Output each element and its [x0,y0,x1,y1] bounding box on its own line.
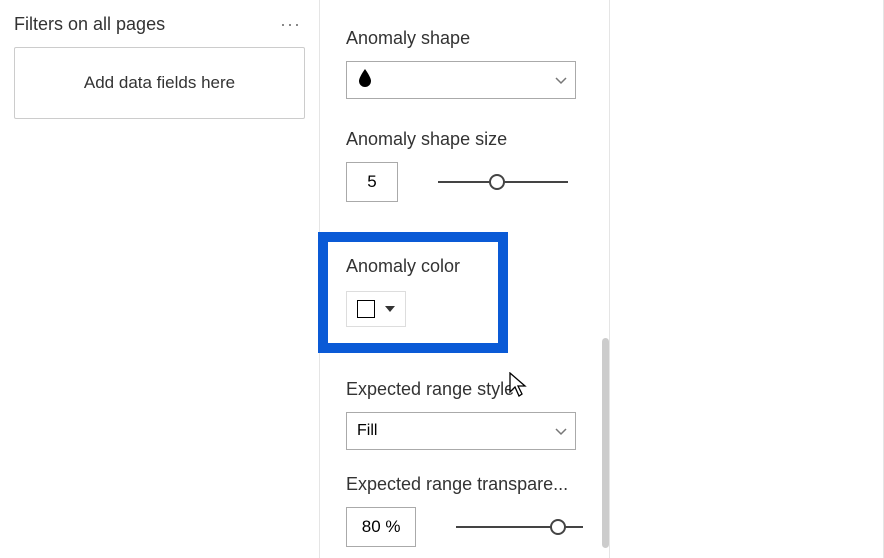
more-options-icon[interactable]: ··· [276,14,305,35]
transparency-slider[interactable] [456,507,583,547]
anomaly-shape-size-label: Anomaly shape size [346,129,583,150]
transparency-input[interactable]: 80 % [346,507,416,547]
anomaly-color-group-highlighted: Anomaly color [318,232,508,353]
expected-range-style-group: Expected range style Fill [346,379,583,450]
filters-header: Filters on all pages ··· [14,14,305,35]
scrollbar[interactable] [602,338,609,548]
expected-range-style-select[interactable]: Fill [346,412,576,450]
chevron-down-icon [547,62,575,100]
caret-down-icon [385,306,395,312]
shape-size-row: 5 [346,162,583,202]
expected-range-style-value: Fill [357,422,377,440]
anomaly-color-label: Anomaly color [346,256,484,277]
expected-range-style-label: Expected range style [346,379,583,400]
filters-panel: Filters on all pages ··· Add data fields… [0,0,320,558]
anomaly-color-picker[interactable] [346,291,406,327]
add-data-fields-dropzone[interactable]: Add data fields here [14,47,305,119]
add-fields-placeholder: Add data fields here [84,73,235,93]
anomaly-shape-size-group: Anomaly shape size 5 [346,129,583,202]
filters-title: Filters on all pages [14,14,165,35]
slider-thumb[interactable] [489,174,505,190]
slider-thumb[interactable] [550,519,566,535]
canvas-area [610,0,884,558]
expected-range-transparency-label: Expected range transpare... [346,474,583,495]
anomaly-shape-label: Anomaly shape [346,28,583,49]
format-panel: Anomaly shape Anomaly shape size 5 Anoma… [320,0,610,558]
anomaly-shape-select[interactable] [346,61,576,99]
color-swatch [357,300,375,318]
shape-size-slider[interactable] [438,162,568,202]
transparency-row: 80 % [346,507,583,547]
anomaly-shape-group: Anomaly shape [346,28,583,99]
expected-range-transparency-group: Expected range transpare... 80 % [346,474,583,547]
droplet-icon [357,68,373,92]
shape-size-input[interactable]: 5 [346,162,398,202]
chevron-down-icon [547,413,575,451]
